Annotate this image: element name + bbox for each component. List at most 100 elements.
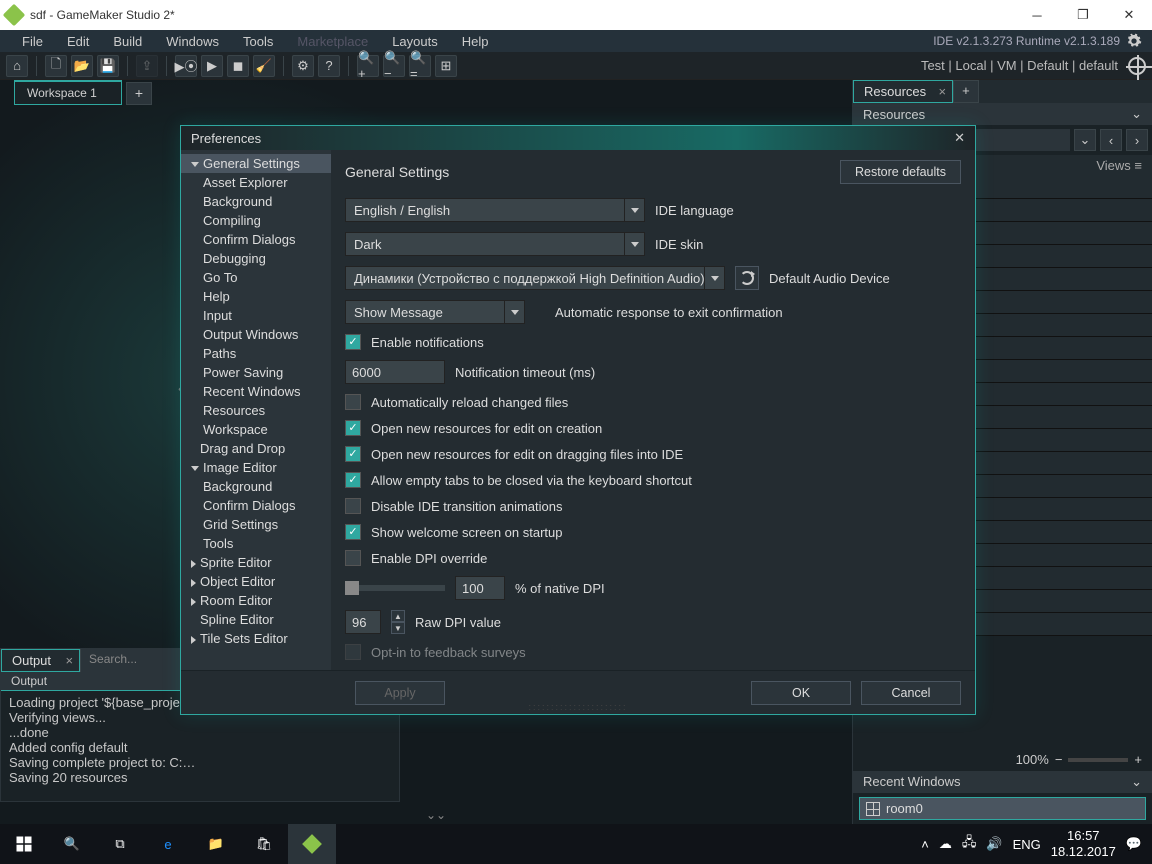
chevron-down-icon[interactable]: ⌄: [1131, 106, 1142, 122]
tree-item[interactable]: Output Windows: [181, 325, 331, 344]
enable-notifications-checkbox[interactable]: [345, 334, 361, 350]
dropdown-button[interactable]: ⌄: [1074, 129, 1096, 151]
tray-chevron-icon[interactable]: ˄: [921, 837, 929, 852]
network-icon[interactable]: 🖧: [962, 833, 977, 855]
auto-reload-checkbox[interactable]: [345, 394, 361, 410]
zoom-reset-icon[interactable]: 🔍=: [409, 55, 431, 77]
debug-icon[interactable]: ▶⦿: [175, 55, 197, 77]
tree-item[interactable]: Grid Settings: [181, 515, 331, 534]
recent-windows-header[interactable]: Recent Windows⌄: [853, 771, 1152, 793]
help-icon[interactable]: ?: [318, 55, 340, 77]
play-icon[interactable]: ▶: [201, 55, 223, 77]
dpi-slider[interactable]: [345, 585, 445, 591]
allow-empty-tabs-checkbox[interactable]: [345, 472, 361, 488]
tree-item[interactable]: Sprite Editor: [181, 553, 331, 572]
workspace-tab[interactable]: Workspace 1: [14, 80, 122, 105]
tree-item[interactable]: Recent Windows: [181, 382, 331, 401]
welcome-screen-checkbox[interactable]: [345, 524, 361, 540]
collapse-down-icon[interactable]: ⌄⌄: [426, 808, 446, 822]
tree-item[interactable]: Debugging: [181, 249, 331, 268]
menu-file[interactable]: File: [10, 32, 55, 51]
restore-defaults-button[interactable]: Restore defaults: [840, 160, 961, 184]
lang-indicator[interactable]: ENG: [1013, 837, 1041, 852]
system-tray[interactable]: ˄ ☁ 🖧 🔊 ENG 16:5718.12.2017 💬: [911, 828, 1152, 859]
refresh-button[interactable]: [735, 266, 759, 290]
language-select[interactable]: English / English: [345, 198, 645, 222]
add-panel-button[interactable]: +: [953, 80, 979, 103]
notifications-icon[interactable]: 💬: [1126, 836, 1142, 852]
settings-icon[interactable]: ⚙: [292, 55, 314, 77]
zoom-in-icon[interactable]: 🔍+: [357, 55, 379, 77]
tree-item[interactable]: Spline Editor: [181, 610, 331, 629]
target-status[interactable]: Test | Local | VM | Default | default: [921, 58, 1118, 73]
open-on-drag-checkbox[interactable]: [345, 446, 361, 462]
stop-icon[interactable]: ◼: [227, 55, 249, 77]
chevron-down-icon[interactable]: ⌄: [1131, 774, 1142, 790]
target-icon[interactable]: [1128, 57, 1146, 75]
minimize-button[interactable]: ─: [1014, 0, 1060, 30]
menu-windows[interactable]: Windows: [154, 32, 231, 51]
tree-item[interactable]: Image Editor: [181, 458, 331, 477]
exit-response-select[interactable]: Show Message: [345, 300, 525, 324]
dpi-raw-input[interactable]: 96: [345, 610, 381, 634]
onedrive-icon[interactable]: ☁: [939, 836, 952, 852]
close-icon[interactable]: ×: [939, 84, 947, 99]
chevron-down-icon[interactable]: [624, 233, 644, 255]
tree-item[interactable]: Background: [181, 192, 331, 211]
tree-item[interactable]: Paths: [181, 344, 331, 363]
home-icon[interactable]: ⌂: [6, 55, 28, 77]
tree-item[interactable]: Background: [181, 477, 331, 496]
menu-marketplace[interactable]: Marketplace: [285, 32, 380, 51]
tree-item[interactable]: Input: [181, 306, 331, 325]
add-workspace-button[interactable]: +: [126, 82, 152, 105]
tree-item[interactable]: Workspace: [181, 420, 331, 439]
audio-select[interactable]: Динамики (Устройство с поддержкой High D…: [345, 266, 725, 290]
explorer-icon[interactable]: 📁: [192, 824, 240, 864]
package-icon[interactable]: ⇪: [136, 55, 158, 77]
ok-button[interactable]: OK: [751, 681, 851, 705]
tree-item[interactable]: Go To: [181, 268, 331, 287]
tree-item[interactable]: Tools: [181, 534, 331, 553]
dialog-close-button[interactable]: ✕: [954, 130, 965, 146]
menu-build[interactable]: Build: [101, 32, 154, 51]
cancel-button[interactable]: Cancel: [861, 681, 961, 705]
open-on-create-checkbox[interactable]: [345, 420, 361, 436]
tree-item[interactable]: Power Saving: [181, 363, 331, 382]
tree-item[interactable]: Object Editor: [181, 572, 331, 591]
feedback-checkbox[interactable]: [345, 644, 361, 660]
recent-item-room0[interactable]: room0: [859, 797, 1146, 820]
tree-item[interactable]: Confirm Dialogs: [181, 496, 331, 515]
output-tab[interactable]: Output×: [1, 649, 80, 672]
close-icon[interactable]: ×: [65, 653, 73, 668]
task-view-icon[interactable]: ⧉: [96, 824, 144, 864]
prev-button[interactable]: ‹: [1100, 129, 1122, 151]
edge-icon[interactable]: e: [144, 824, 192, 864]
chevron-down-icon[interactable]: [624, 199, 644, 221]
close-button[interactable]: ✕: [1106, 0, 1152, 30]
store-icon[interactable]: 🛍: [240, 824, 288, 864]
resize-grip[interactable]: ::::::::::::::::::::::: [528, 702, 627, 712]
clean-icon[interactable]: 🧹: [253, 55, 275, 77]
apply-button[interactable]: Apply: [355, 681, 445, 705]
volume-icon[interactable]: 🔊: [986, 836, 1002, 852]
open-icon[interactable]: 📂: [71, 55, 93, 77]
tree-item[interactable]: Asset Explorer: [181, 173, 331, 192]
gear-icon[interactable]: [1126, 33, 1142, 49]
resources-tab[interactable]: Resources×: [853, 80, 953, 103]
layout-icon[interactable]: ⊞: [435, 55, 457, 77]
tree-item[interactable]: Compiling: [181, 211, 331, 230]
gamemaker-icon[interactable]: [288, 824, 336, 864]
save-icon[interactable]: 💾: [97, 55, 119, 77]
tree-item[interactable]: Room Editor: [181, 591, 331, 610]
tree-item[interactable]: General Settings: [181, 154, 331, 173]
next-button[interactable]: ›: [1126, 129, 1148, 151]
menu-tools[interactable]: Tools: [231, 32, 285, 51]
start-button[interactable]: [0, 824, 48, 864]
dpi-override-checkbox[interactable]: [345, 550, 361, 566]
tree-item[interactable]: Tile Sets Editor: [181, 629, 331, 648]
resources-header[interactable]: Resources⌄: [853, 103, 1152, 125]
chevron-down-icon[interactable]: [704, 267, 724, 289]
preferences-tree[interactable]: General SettingsAsset ExplorerBackground…: [181, 150, 331, 670]
tree-item[interactable]: Help: [181, 287, 331, 306]
zoom-out-icon[interactable]: 🔍−: [383, 55, 405, 77]
